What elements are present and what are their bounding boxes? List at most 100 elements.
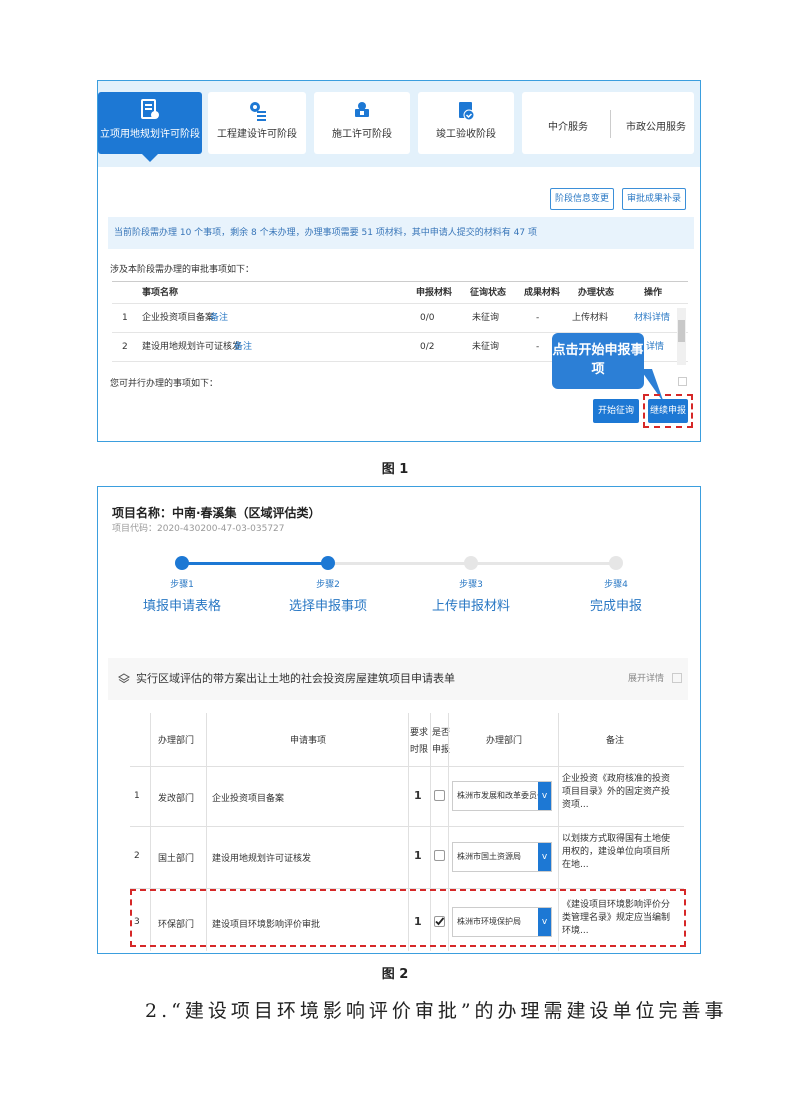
collapse-icon[interactable] <box>678 377 687 386</box>
gear-list-icon <box>250 102 266 121</box>
table-header: 事项名称 申报材料 征询状态 成果材料 办理状态 操作 <box>112 282 688 304</box>
stage-notice: 当前阶段需办理 10 个事项，剩余 8 个未办理，办理事项需要 51 项材料，其… <box>108 217 694 249</box>
calendar-check-icon <box>459 102 475 121</box>
col-dept: 办理部门 <box>158 736 195 746</box>
consult-status: 未征询 <box>472 313 500 323</box>
document-icon <box>141 99 159 119</box>
tab-stage-land-planning[interactable]: 立项用地规划许可阶段 <box>98 92 202 162</box>
row-number: 2 <box>122 342 128 352</box>
remark-text: 企业投资《政府核准的投资项目目录》外的固定资产投资项... <box>562 774 671 810</box>
step-1-name: 填报申请表格 <box>142 599 221 614</box>
step-progress-done <box>182 562 328 565</box>
step-1-label: 步骤1 <box>170 580 194 590</box>
result-supplement-button[interactable]: 审批成果补录 <box>622 188 686 210</box>
remark-link[interactable]: 备注 <box>210 304 228 333</box>
time-limit: 1 <box>414 789 422 802</box>
expand-icon[interactable] <box>672 673 682 683</box>
callout-annotation: 点击开始申报事项 <box>552 333 644 389</box>
item-name: 建设用地规划许可证核发 <box>142 342 242 352</box>
section-title: 涉及本阶段需办理的审批事项如下： <box>110 265 255 275</box>
col-action: 操作 <box>644 288 663 298</box>
material-detail-link[interactable]: 材料详情 <box>634 304 670 333</box>
time-limit: 1 <box>414 849 422 862</box>
figure-1-caption: 图 1 <box>381 462 409 477</box>
tab-label: 立项用地规划许可阶段 <box>100 129 200 140</box>
tab-stage-engineering[interactable]: 工程建设许可阶段 <box>208 92 306 154</box>
handler-select[interactable]: 株洲市发展和改革委员会 v <box>452 781 552 811</box>
link-municipal-service[interactable]: 市政公用服务 <box>626 118 686 133</box>
link-agency-service[interactable]: 中介服务 <box>548 118 588 133</box>
table-row: 1 企业投资项目备案 备注 0/0 未征询 - 上传材料 材料详情 <box>112 304 688 333</box>
table-row: 2 国土部门 建设用地规划许可证核发 1 株洲市国土资源局 v 以划拨方式取得国… <box>130 827 684 889</box>
col-handler: 办理部门 <box>486 736 523 746</box>
result-materials: - <box>536 313 540 323</box>
detail-link[interactable]: 详情 <box>646 333 664 362</box>
col-remark: 备注 <box>606 736 625 746</box>
step-3-dot <box>464 556 478 570</box>
remark-link[interactable]: 备注 <box>234 333 252 362</box>
materials-count: 0/2 <box>420 342 435 352</box>
layers-icon <box>118 673 130 684</box>
chevron-down-icon[interactable]: v <box>538 843 551 871</box>
handler-select[interactable]: 株洲市国土资源局 v <box>452 842 552 872</box>
col-consult: 征询状态 <box>470 288 507 298</box>
tab-label: 工程建设许可阶段 <box>217 129 297 140</box>
dept-name: 国土部门 <box>158 854 195 864</box>
scrollbar-thumb[interactable] <box>678 320 685 342</box>
highlight-box <box>130 889 686 947</box>
service-links: 中介服务 市政公用服务 <box>522 92 694 154</box>
tab-label: 施工许可阶段 <box>332 129 392 140</box>
handler-value: 株洲市发展和改革委员会 <box>457 791 545 800</box>
project-name: 项目名称：中南·春溪集（区域评估类） <box>112 506 321 520</box>
item-name: 建设用地规划许可证核发 <box>212 854 312 864</box>
col-result: 成果材料 <box>524 288 561 298</box>
callout-text: 点击开始申报事项 <box>552 343 644 377</box>
row-number: 1 <box>122 313 128 323</box>
construction-icon <box>355 102 369 117</box>
handle-status: 上传材料 <box>572 313 609 323</box>
col-name: 事项名称 <box>142 288 179 298</box>
figure-2-caption: 图 2 <box>381 967 409 982</box>
apply-checkbox[interactable] <box>434 850 445 861</box>
step-3-name: 上传申报材料 <box>431 599 510 614</box>
col-item: 申请事项 <box>290 736 327 746</box>
step-2-name: 选择申报事项 <box>288 599 367 614</box>
row-number: 2 <box>134 851 140 861</box>
item-name: 企业投资项目备案 <box>212 794 285 804</box>
step-2-dot <box>321 556 335 570</box>
figure-1-screenshot: 立项用地规划许可阶段 工程建设许可阶段 施工许可阶段 竣工验收阶段 中介服务 市 <box>97 80 701 442</box>
col-limit: 要求时限 <box>410 728 429 755</box>
table-row: 1 发改部门 企业投资项目备案 1 株洲市发展和改革委员会 v 企业投资《政府核… <box>130 767 684 827</box>
chevron-down-icon[interactable]: v <box>538 782 551 810</box>
project-code: 项目代码：2020-430200-47-03-035727 <box>112 524 285 534</box>
stage-info-change-button[interactable]: 阶段信息变更 <box>550 188 614 210</box>
row-number: 1 <box>134 791 140 801</box>
form-title: 实行区域评估的带方案出让土地的社会投资房屋建筑项目申请表单 <box>136 672 455 685</box>
dept-name: 发改部门 <box>158 794 195 804</box>
handler-value: 株洲市国土资源局 <box>457 852 521 861</box>
tab-stage-completion[interactable]: 竣工验收阶段 <box>418 92 514 154</box>
col-materials: 申报材料 <box>416 288 453 298</box>
result-materials: - <box>536 342 540 352</box>
highlight-box <box>643 394 693 428</box>
table-scrollbar[interactable] <box>677 308 686 365</box>
apply-checkbox[interactable] <box>434 790 445 801</box>
body-paragraph: 2.“建设项目环境影响评价审批”的办理需建设单位完善事 <box>145 1000 728 1022</box>
remark-text: 以划拨方式取得国有土地使用权的，建设单位向项目所在地... <box>562 834 671 870</box>
expand-details-link[interactable]: 展开详情 <box>628 658 664 700</box>
figure-2-screenshot: 项目名称：中南·春溪集（区域评估类） 项目代码：2020-430200-47-0… <box>97 486 701 954</box>
step-4-name: 完成申报 <box>589 599 642 614</box>
col-apply: 是否申报 <box>432 728 451 755</box>
step-2-label: 步骤2 <box>316 580 340 590</box>
item-name: 企业投资项目备案 <box>142 313 215 323</box>
form-header: 实行区域评估的带方案出让土地的社会投资房屋建筑项目申请表单 展开详情 <box>108 658 688 700</box>
tab-label: 竣工验收阶段 <box>436 129 496 140</box>
start-consult-button[interactable]: 开始征询 <box>593 399 639 423</box>
materials-count: 0/0 <box>420 313 435 323</box>
tab-stage-construction[interactable]: 施工许可阶段 <box>314 92 410 154</box>
col-status: 办理状态 <box>578 288 615 298</box>
step-3-label: 步骤3 <box>459 580 483 590</box>
step-4-dot <box>609 556 623 570</box>
consult-status: 未征询 <box>472 342 500 352</box>
step-1-dot <box>175 556 189 570</box>
